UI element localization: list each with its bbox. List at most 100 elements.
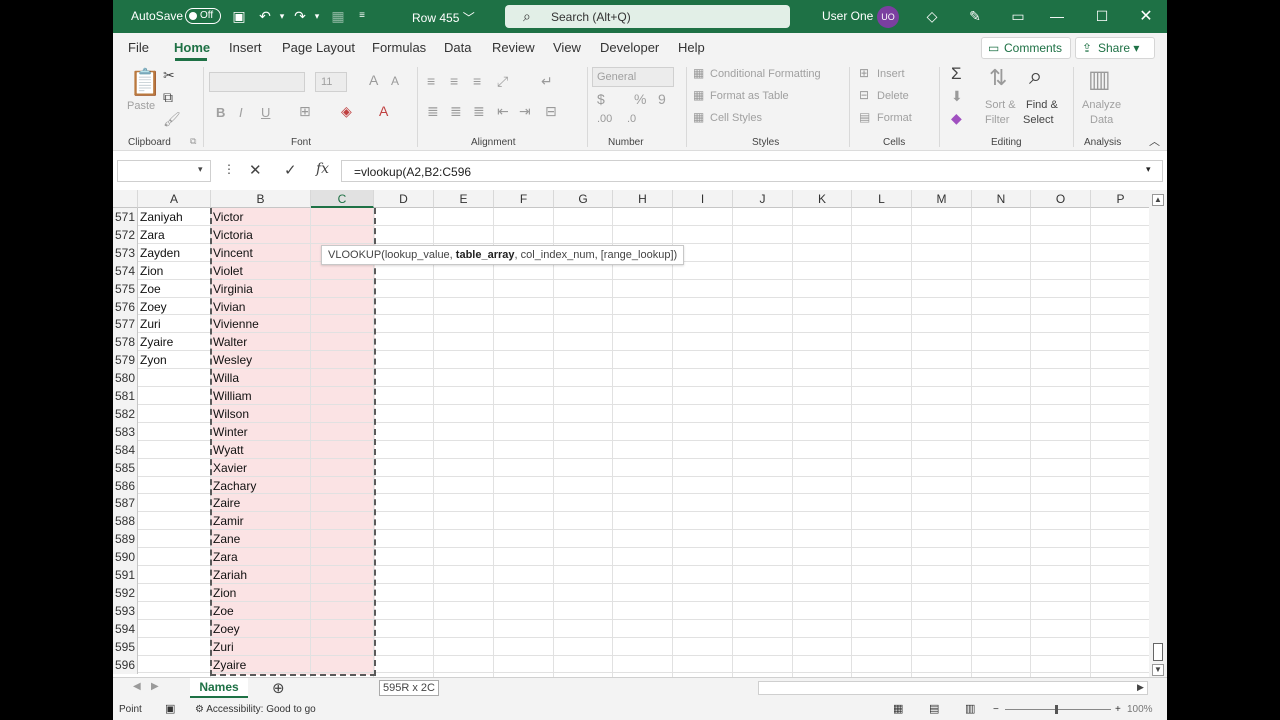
fill-color-icon[interactable]: ◈ (341, 103, 352, 120)
accessibility-checker[interactable]: ⚙ Accessibility: Good to go (195, 704, 316, 715)
zoom-slider-handle[interactable] (1055, 705, 1058, 714)
sort-filter-label-2[interactable]: Filter (985, 114, 1009, 126)
cut-icon[interactable]: ✂ (163, 67, 175, 84)
insert-function-icon[interactable]: fx (316, 161, 329, 177)
cell-a-583[interactable] (138, 423, 140, 441)
pen-icon[interactable]: ✎ (966, 7, 984, 25)
cell-a-588[interactable] (138, 512, 140, 530)
format-as-table-icon[interactable]: ▦ (693, 88, 704, 102)
row-header[interactable]: 594 (113, 619, 138, 638)
row-header[interactable]: 578 (113, 333, 138, 352)
autosave-toggle[interactable]: Off (185, 8, 221, 24)
normal-view-icon[interactable]: ▦ (893, 702, 903, 715)
number-format-box[interactable]: General (592, 67, 674, 87)
prev-sheet-icon[interactable]: ◀ (133, 681, 141, 692)
row-header[interactable]: 596 (113, 655, 138, 674)
row-header[interactable]: 586 (113, 476, 138, 495)
tab-help[interactable]: Help (678, 40, 705, 55)
add-sheet-icon[interactable]: ⊕ (272, 679, 285, 697)
currency-icon[interactable]: $ (597, 91, 605, 107)
column-header-a[interactable]: A (138, 190, 211, 208)
cell-a-592[interactable] (138, 584, 140, 602)
customize-toolbar-icon[interactable]: ≡ (353, 7, 371, 25)
ribbon-display-icon[interactable]: ▭ (1009, 7, 1027, 25)
horizontal-scrollbar[interactable] (758, 681, 1148, 695)
page-layout-view-icon[interactable]: ▤ (929, 702, 939, 715)
undo-dropdown-icon[interactable]: ▾ (273, 7, 291, 25)
redo-icon[interactable]: ↷ (291, 7, 309, 25)
maximize-button[interactable]: ☐ (1079, 0, 1125, 33)
enter-formula-icon[interactable]: ✓ (284, 161, 297, 179)
cell-a-590[interactable] (138, 548, 140, 566)
column-header-l[interactable]: L (852, 190, 912, 208)
zoom-out-icon[interactable]: − (993, 704, 999, 715)
column-header-k[interactable]: K (793, 190, 852, 208)
copy-icon[interactable]: ⧉ (163, 89, 173, 106)
row-header[interactable]: 590 (113, 548, 138, 567)
scroll-thumb[interactable] (1153, 643, 1163, 661)
select-all-corner[interactable] (113, 190, 138, 208)
analyze-data-icon[interactable]: ▥ (1088, 65, 1111, 94)
format-cells-button[interactable]: Format (877, 112, 912, 124)
conditional-formatting-icon[interactable]: ▦ (693, 66, 704, 80)
format-painter-icon[interactable]: 🖌 (163, 111, 181, 128)
form-icon[interactable]: ▦ (329, 7, 347, 25)
column-header-p[interactable]: P (1091, 190, 1149, 208)
cell-a-591[interactable] (138, 566, 140, 584)
redo-dropdown-icon[interactable]: ▾ (308, 7, 326, 25)
expand-formula-icon[interactable]: ▾ (1146, 164, 1151, 175)
align-center-icon[interactable]: ≣ (450, 103, 462, 120)
macro-record-icon[interactable]: ▣ (165, 702, 175, 715)
cell-a-579[interactable]: Zyon (138, 351, 167, 369)
row-header[interactable]: 571 (113, 208, 138, 226)
tab-file[interactable]: File (128, 40, 149, 55)
comma-button[interactable]: 9 (658, 91, 666, 107)
row-header[interactable]: 595 (113, 637, 138, 656)
sheet-tab-names[interactable]: Names (190, 678, 248, 698)
cell-a-576[interactable]: Zoey (138, 298, 167, 316)
zoom-slider[interactable] (1005, 709, 1111, 710)
format-cells-icon[interactable]: ▤ (859, 110, 870, 124)
font-size-box[interactable]: 11 (315, 72, 347, 92)
close-button[interactable]: ✕ (1123, 0, 1167, 33)
cell-a-587[interactable] (138, 494, 140, 512)
orientation-icon[interactable]: ⤢ (497, 73, 508, 90)
comments-button[interactable]: ▭ Comments (981, 37, 1071, 59)
cell-a-573[interactable]: Zayden (138, 244, 180, 262)
delete-cells-icon[interactable]: ⊟ (859, 88, 869, 102)
row-header[interactable]: 580 (113, 369, 138, 388)
scroll-up-icon[interactable]: ▲ (1152, 194, 1164, 206)
name-box-dropdown-icon[interactable]: ▾ (198, 164, 203, 175)
sort-filter-label-1[interactable]: Sort & (985, 99, 1016, 111)
column-header-f[interactable]: F (494, 190, 554, 208)
italic-button[interactable]: I (239, 105, 243, 120)
cell-a-575[interactable]: Zoe (138, 280, 161, 298)
cell-a-595[interactable] (138, 638, 140, 656)
find-select-label-1[interactable]: Find & (1026, 99, 1058, 111)
find-select-label-2[interactable]: Select (1023, 114, 1054, 126)
collapse-ribbon-icon[interactable]: ︿ (1149, 133, 1160, 149)
find-select-icon[interactable]: ⌕ (1029, 63, 1042, 91)
cell-a-585[interactable] (138, 459, 140, 477)
autosum-icon[interactable]: Σ (951, 64, 962, 84)
increase-indent-icon[interactable]: ⇥ (519, 103, 531, 120)
analyze-data-label-1[interactable]: Analyze (1082, 99, 1121, 111)
cancel-formula-icon[interactable]: ✕ (249, 161, 262, 179)
row-header[interactable]: 576 (113, 297, 138, 316)
align-middle-icon[interactable]: ≡ (450, 73, 458, 89)
row-header[interactable]: 573 (113, 243, 138, 262)
row-header[interactable]: 584 (113, 440, 138, 459)
wrap-text-icon[interactable]: ↵ (541, 73, 553, 90)
column-header-g[interactable]: G (554, 190, 613, 208)
save-icon[interactable]: ▣ (230, 7, 248, 25)
column-header-h[interactable]: H (613, 190, 673, 208)
borders-icon[interactable]: ⊞ (299, 103, 311, 120)
dialog-launcher-icon[interactable]: ⧉ (190, 136, 196, 147)
column-header-d[interactable]: D (374, 190, 434, 208)
tab-data[interactable]: Data (444, 40, 471, 55)
delete-cells-button[interactable]: Delete (877, 90, 909, 102)
row-header[interactable]: 587 (113, 494, 138, 513)
fill-icon[interactable]: ⬇ (951, 88, 963, 105)
search-box[interactable]: ⌕ Search (Alt+Q) (505, 5, 790, 28)
name-box[interactable]: ▾ (117, 160, 211, 182)
